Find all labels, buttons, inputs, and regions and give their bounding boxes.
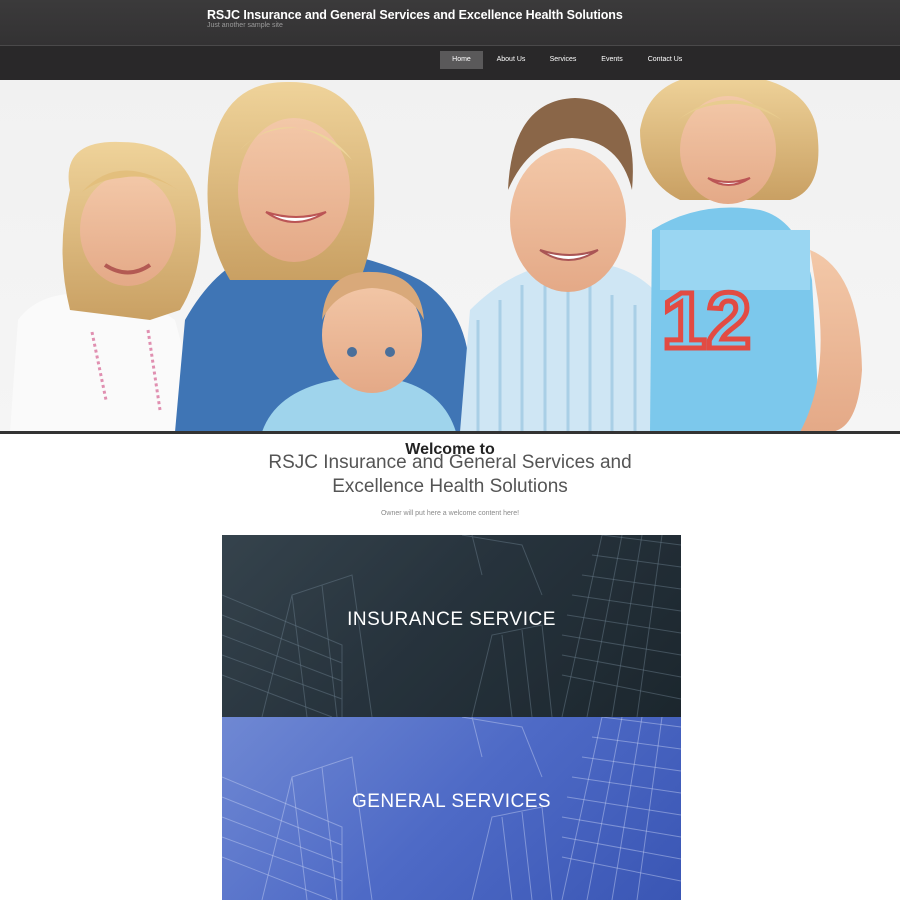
nav-item-events[interactable]: Events bbox=[596, 51, 628, 69]
site-header: RSJC Insurance and General Services and … bbox=[0, 0, 900, 46]
general-services-label[interactable]: GENERAL SERVICES bbox=[222, 791, 681, 813]
hero-divider bbox=[0, 431, 900, 434]
site-tagline: Just another sample site bbox=[207, 22, 283, 29]
welcome-heading: RSJC Insurance and General Services and … bbox=[0, 451, 900, 499]
main-navigation: Home About Us Services Events Contact Us bbox=[0, 46, 900, 80]
insurance-service-label[interactable]: INSURANCE SERVICE bbox=[222, 609, 681, 631]
welcome-content: Owner will put here a welcome content he… bbox=[380, 510, 520, 517]
svg-text:12: 12 bbox=[662, 276, 751, 365]
family-photo-illustration: 12 bbox=[10, 80, 862, 432]
site-title[interactable]: RSJC Insurance and General Services and … bbox=[207, 8, 623, 22]
nav-item-services[interactable]: Services bbox=[543, 51, 583, 69]
general-services-tile[interactable]: GENERAL SERVICES bbox=[222, 717, 681, 900]
nav-item-about-us[interactable]: About Us bbox=[490, 51, 532, 69]
welcome-heading-line-1: RSJC Insurance and General Services and bbox=[268, 452, 632, 473]
hero-family-image: 12 bbox=[0, 80, 900, 432]
insurance-service-tile[interactable]: INSURANCE SERVICE bbox=[222, 535, 681, 717]
nav-item-home[interactable]: Home bbox=[440, 51, 483, 69]
nav-item-contact-us[interactable]: Contact Us bbox=[643, 51, 687, 69]
welcome-heading-line-2: Excellence Health Solutions bbox=[332, 476, 568, 497]
